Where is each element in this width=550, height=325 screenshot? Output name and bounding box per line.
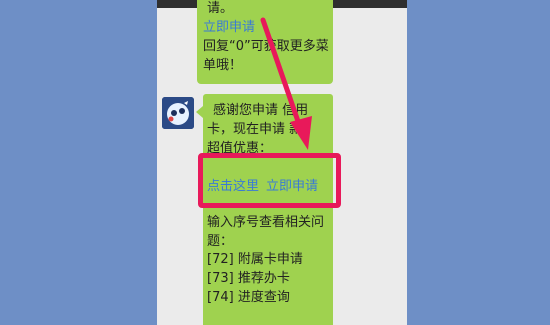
arrow-head-icon <box>290 116 312 150</box>
annotation-arrow <box>260 17 312 150</box>
